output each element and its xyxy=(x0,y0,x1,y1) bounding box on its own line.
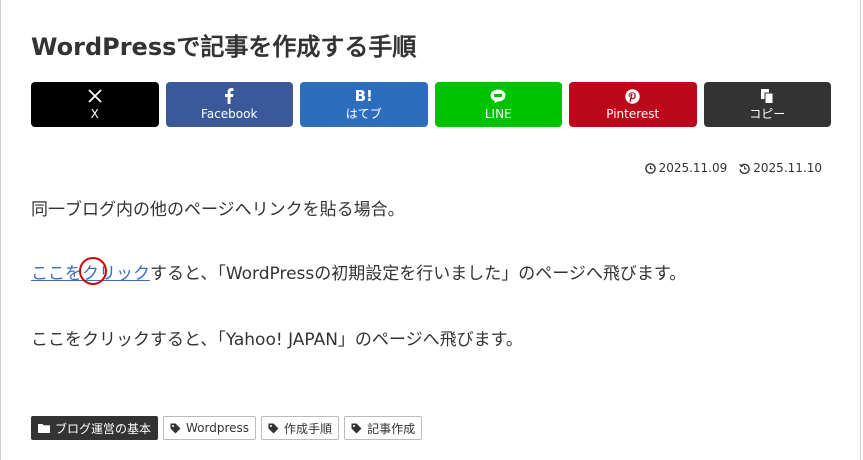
pinterest-icon xyxy=(625,87,640,105)
category-tag[interactable]: ブログ運営の基本 xyxy=(31,416,159,440)
tag-kiji-sakusei[interactable]: 記事作成 xyxy=(344,416,423,440)
published-date-text: 2025.11.09 xyxy=(658,161,728,175)
paragraph-1: 同一ブログ内の他のページへリンクを貼る場合。 xyxy=(31,200,405,220)
published-date: 2025.11.09 xyxy=(644,161,728,175)
folder-icon xyxy=(38,424,50,433)
share-facebook-label: Facebook xyxy=(201,107,258,121)
share-pinterest-label: Pinterest xyxy=(606,107,660,121)
share-copy-button[interactable]: コピー xyxy=(703,82,831,127)
tag-label: 記事作成 xyxy=(367,421,416,436)
share-hatebu-label: はてブ xyxy=(345,107,382,121)
share-copy-label: コピー xyxy=(749,107,786,121)
x-logo-icon xyxy=(88,87,102,105)
category-tag-label: ブログ運営の基本 xyxy=(55,421,152,436)
share-hatebu-button[interactable]: B! はてブ xyxy=(300,82,428,127)
line-icon xyxy=(490,87,506,105)
tag-label: Wordpress xyxy=(186,421,250,435)
paragraph-2-text: すると、「WordPressの初期設定を行いました」のページへ飛びます。 xyxy=(150,264,687,284)
updated-date: 2025.11.10 xyxy=(739,161,822,175)
share-line-label: LINE xyxy=(484,107,512,121)
paragraph-3: ここをクリックすると、「Yahoo! JAPAN」のページへ飛びます。 xyxy=(31,330,523,350)
tag-icon xyxy=(268,423,279,433)
tag-list: ブログ運営の基本 Wordpress 作成手順 記事作成 xyxy=(31,416,423,440)
click-highlight-circle xyxy=(79,257,107,285)
paragraph-2: ここをクリックすると、「WordPressの初期設定を行いました」のページへ飛び… xyxy=(31,262,686,286)
share-line-button[interactable]: LINE xyxy=(434,82,562,127)
share-pinterest-button[interactable]: Pinterest xyxy=(569,82,697,127)
facebook-icon xyxy=(224,87,234,105)
tag-icon xyxy=(170,423,181,433)
history-icon xyxy=(739,163,751,174)
tag-sakusei-tejun[interactable]: 作成手順 xyxy=(261,416,340,440)
clock-icon xyxy=(644,162,656,174)
updated-date-text: 2025.11.10 xyxy=(753,161,822,175)
share-buttons: X Facebook B! はてブ LINE Pinterest コピー xyxy=(31,82,831,127)
post-dates: 2025.11.09 2025.11.10 xyxy=(644,161,822,175)
hatebu-icon: B! xyxy=(354,87,373,105)
page-title: WordPressで記事を作成する手順 xyxy=(31,33,417,61)
tag-label: 作成手順 xyxy=(284,421,333,436)
share-facebook-button[interactable]: Facebook xyxy=(165,82,293,127)
share-x-label: X xyxy=(90,107,99,121)
tag-wordpress[interactable]: Wordpress xyxy=(163,416,257,440)
share-x-button[interactable]: X xyxy=(31,82,159,127)
content-frame xyxy=(0,0,861,460)
copy-icon xyxy=(760,87,774,105)
tag-icon xyxy=(351,423,362,433)
